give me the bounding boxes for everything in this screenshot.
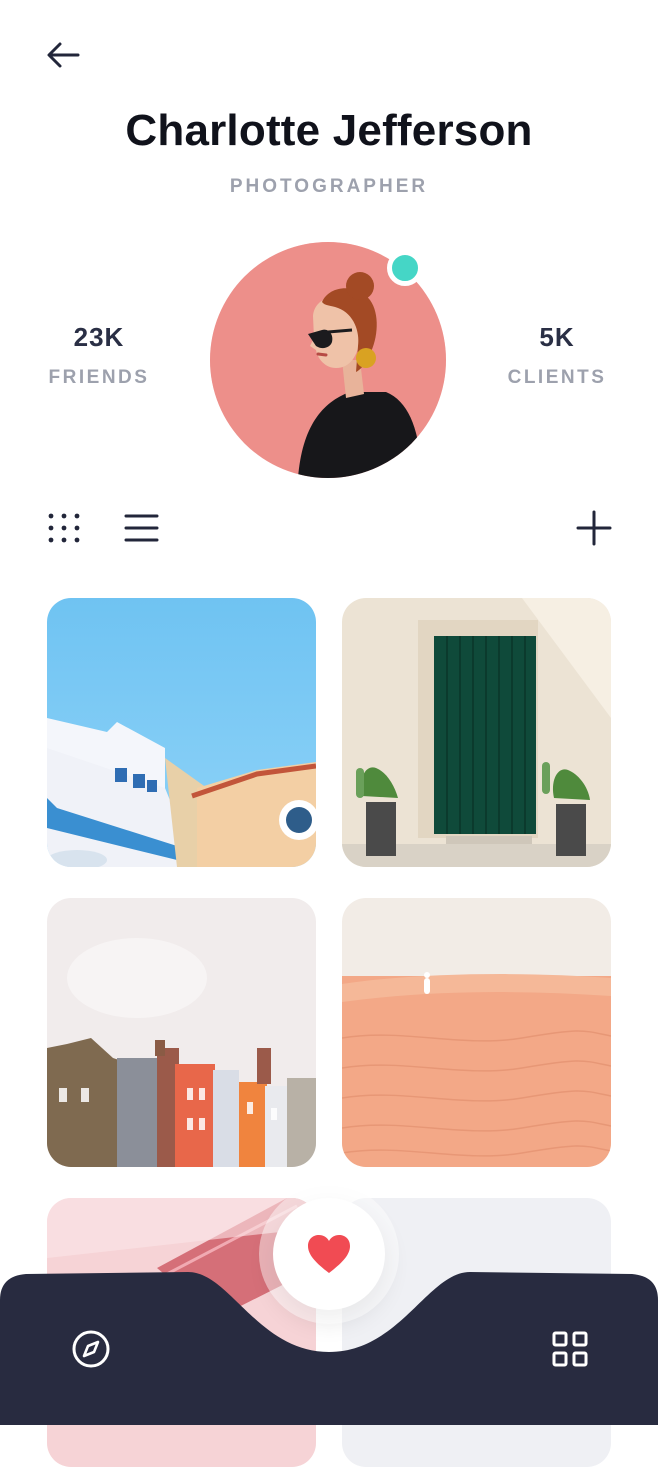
back-button[interactable] xyxy=(44,38,82,72)
friends-label: FRIENDS xyxy=(48,367,150,388)
plus-icon xyxy=(576,510,612,546)
profile-name: Charlotte Jefferson xyxy=(125,106,533,155)
stat-friends[interactable]: 23K FRIENDS xyxy=(14,322,184,389)
arrow-left-icon xyxy=(47,42,80,68)
dots-grid-icon xyxy=(48,513,80,543)
add-photo-button[interactable] xyxy=(574,508,614,548)
grid-view-button[interactable] xyxy=(44,508,84,548)
photo-desert xyxy=(342,898,611,1167)
photo-green-door xyxy=(342,598,611,867)
photo-card[interactable] xyxy=(47,598,316,867)
online-status-indicator xyxy=(387,250,423,286)
favorites-button[interactable] xyxy=(273,1198,385,1310)
list-icon xyxy=(124,514,159,542)
friends-count: 23K xyxy=(73,322,125,352)
photo-card[interactable] xyxy=(47,898,316,1167)
photo-card[interactable] xyxy=(342,598,611,867)
photo-townhouses xyxy=(47,898,316,1167)
explore-button[interactable] xyxy=(71,1329,111,1369)
stat-clients[interactable]: 5K CLIENTS xyxy=(472,322,642,389)
photo-buildings-sky xyxy=(47,598,316,867)
apps-button[interactable] xyxy=(550,1329,590,1369)
list-view-button[interactable] xyxy=(122,508,162,548)
heart-icon xyxy=(308,1235,350,1273)
compass-icon xyxy=(72,1330,110,1368)
clients-label: CLIENTS xyxy=(507,367,607,388)
clients-count: 5K xyxy=(539,322,575,352)
photo-card[interactable] xyxy=(342,898,611,1167)
apps-grid-icon xyxy=(552,1331,588,1367)
profile-role: PHOTOGRAPHER xyxy=(229,176,429,197)
